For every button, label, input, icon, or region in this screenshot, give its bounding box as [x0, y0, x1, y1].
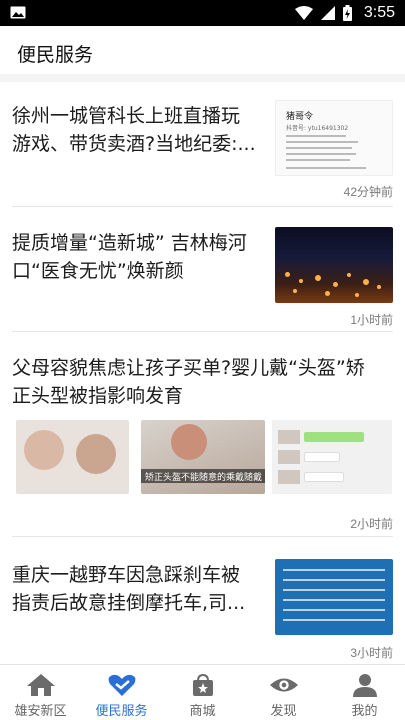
heart-service-icon	[108, 674, 135, 696]
cellular-signal-icon	[320, 6, 335, 20]
news-article[interactable]: 重庆一越野车因急踩刹车被 指责后故意挂倒摩托车,司... 3小时前	[0, 537, 405, 664]
image-notification-icon	[10, 6, 26, 19]
person-icon	[352, 674, 377, 697]
article-headline[interactable]: 重庆一越野车因急踩刹车被 指责后故意挂倒摩托车,司...	[12, 561, 245, 617]
tab-mine[interactable]: 我的	[324, 665, 405, 720]
thumbnail-heading: 猪哥令	[286, 112, 314, 122]
tab-label: 商城	[189, 704, 216, 719]
tab-services[interactable]: 便民服务	[81, 665, 162, 720]
title-bar: 便民服务	[0, 26, 405, 82]
article-thumbnail[interactable]: 猪哥令 抖音号: ytu16491302	[275, 100, 393, 176]
article-headline[interactable]: 父母容貌焦虑让孩子买单?婴儿戴“头盔”矫 正头型被指影响发育	[12, 354, 365, 410]
home-icon	[26, 674, 55, 696]
article-time: 42分钟前	[343, 185, 393, 199]
article-thumbnail[interactable]	[275, 227, 393, 303]
headline-line: 提质增量“造新城” 吉林梅河	[12, 232, 247, 254]
article-headline[interactable]: 提质增量“造新城” 吉林梅河 口“医食无忧”焕新颜	[12, 229, 247, 285]
headline-line: 游戏、带货卖酒?当地纪委:...	[12, 133, 256, 155]
headline-line: 父母容貌焦虑让孩子买单?婴儿戴“头盔”矫	[12, 357, 365, 379]
battery-charging-icon	[342, 5, 352, 21]
news-feed[interactable]: 徐州一城管科长上班直播玩 游戏、带货卖酒?当地纪委:... 猪哥令 抖音号: y…	[0, 82, 405, 664]
eye-icon	[269, 678, 298, 692]
tab-label: 我的	[351, 704, 378, 719]
headline-line: 口“医食无忧”焕新颜	[12, 260, 184, 282]
page-title: 便民服务	[17, 44, 94, 66]
article-time: 2小时前	[350, 517, 393, 531]
article-thumbnail[interactable]	[275, 559, 393, 635]
news-article[interactable]: 徐州一城管科长上班直播玩 游戏、带货卖酒?当地纪委:... 猪哥令 抖音号: y…	[0, 82, 405, 207]
article-time: 1小时前	[350, 313, 393, 327]
article-image[interactable]	[16, 420, 129, 494]
article-image[interactable]: 矫正头盔不能随意的乘戴随戴	[141, 420, 265, 494]
thumbnail-subtext: 抖音号: ytu16491302	[286, 125, 349, 132]
tab-shop[interactable]: 商城	[162, 665, 243, 720]
headline-line: 正头型被指影响发育	[12, 385, 184, 407]
wifi-icon	[294, 6, 313, 20]
tab-label: 雄安新区	[14, 704, 67, 719]
tab-label: 便民服务	[95, 704, 148, 719]
title-separator	[0, 74, 405, 82]
article-headline[interactable]: 徐州一城管科长上班直播玩 游戏、带货卖酒?当地纪委:...	[12, 102, 256, 158]
status-bar: 3:55	[0, 0, 405, 26]
tab-label: 发现	[270, 704, 297, 719]
tab-discover[interactable]: 发现	[243, 665, 324, 720]
article-image[interactable]	[272, 420, 392, 494]
tab-xiongan[interactable]: 雄安新区	[0, 665, 81, 720]
headline-line: 重庆一越野车因急踩刹车被	[12, 564, 241, 586]
headline-line: 指责后故意挂倒摩托车,司...	[12, 592, 246, 614]
clock-time: 3:55	[363, 4, 395, 21]
image-caption: 矫正头盔不能随意的乘戴随戴	[145, 473, 263, 483]
article-time: 3小时前	[350, 646, 393, 660]
headline-line: 徐州一城管科长上班直播玩	[12, 105, 241, 127]
shop-bag-icon	[192, 673, 213, 696]
news-article[interactable]: 父母容貌焦虑让孩子买单?婴儿戴“头盔”矫 正头型被指影响发育 矫正头盔不能随意的…	[0, 332, 405, 537]
news-article[interactable]: 提质增量“造新城” 吉林梅河 口“医食无忧”焕新颜 1小时前	[0, 207, 405, 332]
bottom-tab-bar: 雄安新区 便民服务 商城 发现 我的	[0, 664, 405, 720]
